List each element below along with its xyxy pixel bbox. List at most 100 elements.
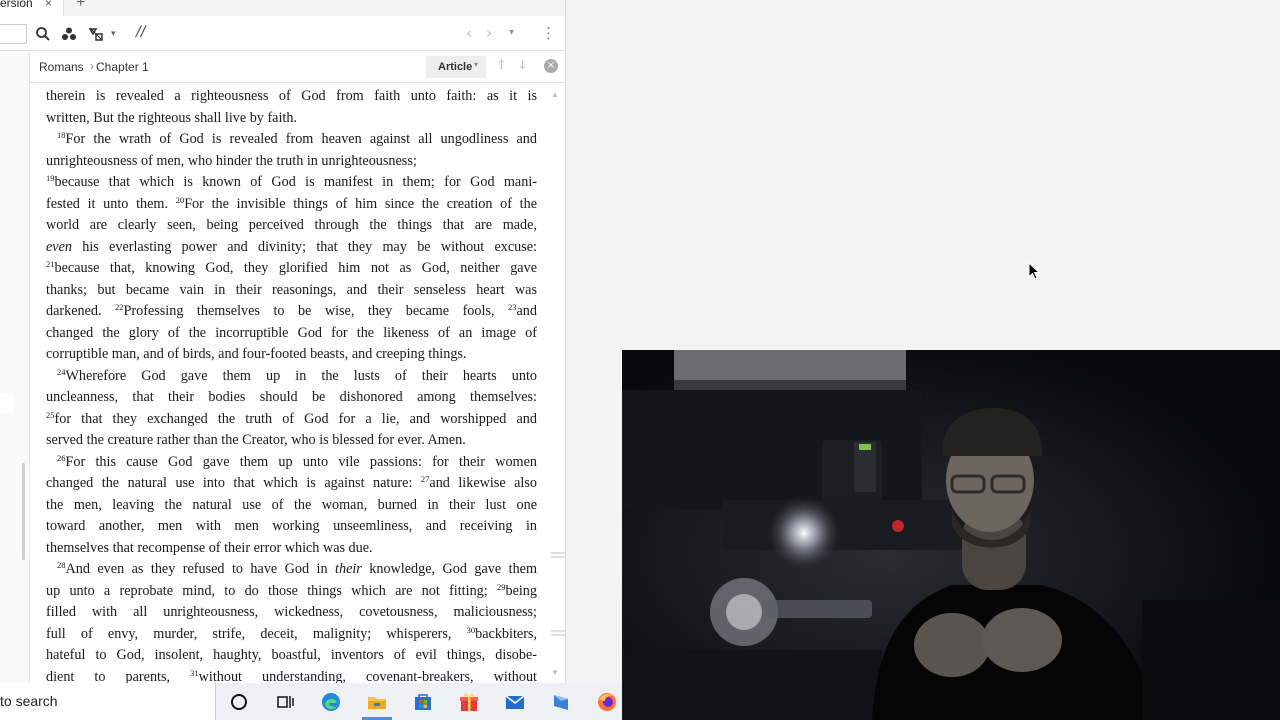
verse-line: the men, leaving the natural use of the … bbox=[46, 495, 537, 517]
gift-icon[interactable] bbox=[458, 691, 480, 713]
cortana-circle-icon[interactable] bbox=[228, 691, 250, 713]
verse-line: darkened. 22Professing themselves to be … bbox=[46, 301, 537, 323]
webcam-video-overlay bbox=[622, 350, 1280, 720]
verse-number[interactable]: 21 bbox=[46, 259, 55, 269]
bible-app-window: ersion × + ▾ // ‹ › ▾ ⋮ Romans › Chapter… bbox=[0, 0, 566, 683]
verse-line: full of envy, murder, strife, deceit, ma… bbox=[46, 624, 537, 646]
visual-filter-icon[interactable] bbox=[88, 26, 104, 42]
reference-input[interactable] bbox=[0, 24, 27, 44]
breadcrumb-book[interactable]: Romans bbox=[39, 60, 84, 74]
verse-line: 19because that which is known of God is … bbox=[46, 172, 537, 194]
verse-line: toward another, men with men working uns… bbox=[46, 516, 537, 538]
history-dropdown-icon[interactable]: ▾ bbox=[509, 27, 514, 38]
search-icon[interactable] bbox=[35, 26, 51, 42]
app-icon[interactable] bbox=[550, 691, 572, 713]
verse-number[interactable]: 19 bbox=[46, 173, 55, 183]
verse-number[interactable]: 23 bbox=[508, 302, 517, 312]
view-mode-label: Article bbox=[438, 61, 473, 73]
mail-icon[interactable] bbox=[504, 691, 526, 713]
verse-text: Wherefore God gave them up in the lusts … bbox=[65, 367, 538, 384]
verse-number[interactable]: 31 bbox=[190, 668, 199, 678]
verse-line: corruptible man, and of birds, and four-… bbox=[46, 344, 537, 366]
verse-text: uncleanness, that their bodies should be… bbox=[46, 389, 537, 405]
verse-text: up unto a reprobate mind, to do those th… bbox=[46, 582, 497, 599]
verse-number[interactable]: 20 bbox=[176, 195, 185, 205]
verse-text: darkened. bbox=[46, 303, 116, 319]
verse-line: 24Wherefore God gave them up in the lust… bbox=[46, 366, 537, 388]
webcam-image bbox=[622, 350, 1280, 720]
verse-number[interactable]: 26 bbox=[57, 453, 66, 463]
view-mode-dropdown[interactable]: Article ▾ bbox=[426, 56, 486, 78]
task-view-icon[interactable] bbox=[274, 691, 296, 713]
verse-number[interactable]: 22 bbox=[115, 302, 124, 312]
taskbar-search-placeholder: to search bbox=[0, 693, 58, 709]
more-menu-icon[interactable]: ⋮ bbox=[541, 24, 556, 42]
bible-text-reader[interactable]: therein is revealed a righteousness of G… bbox=[46, 86, 538, 683]
forward-arrow-icon[interactable]: › bbox=[486, 24, 492, 42]
back-arrow-icon[interactable]: ‹ bbox=[466, 24, 472, 42]
scroll-marker bbox=[551, 556, 565, 558]
verse-line: uncleanness, that their bodies should be… bbox=[46, 387, 537, 409]
reader-scrollbar[interactable]: ▲ ▼ bbox=[551, 90, 565, 680]
verse-text: themselves that recompense of their erro… bbox=[46, 539, 373, 556]
verse-line: world are clearly seen, being perceived … bbox=[46, 215, 537, 237]
resources-icon[interactable] bbox=[61, 26, 77, 42]
verse-text: and bbox=[516, 303, 538, 319]
parallel-resources-button[interactable]: // bbox=[136, 24, 145, 40]
breadcrumb-chapter[interactable]: Chapter 1 bbox=[96, 60, 149, 74]
gutter-marker bbox=[0, 393, 14, 413]
verse-line: 28And even as they refused to have God i… bbox=[46, 559, 537, 581]
edge-icon[interactable] bbox=[320, 691, 342, 713]
verse-text: And even as they refused to have God in bbox=[65, 561, 336, 577]
left-gutter bbox=[0, 51, 30, 683]
verse-text: because that, knowing God, they glorifie… bbox=[54, 260, 538, 276]
store-icon[interactable] bbox=[412, 691, 434, 713]
file-explorer-icon[interactable] bbox=[366, 691, 388, 713]
italic-word: their bbox=[335, 561, 362, 577]
verse-text: because that which is known of God is ma… bbox=[54, 174, 538, 190]
firefox-icon[interactable] bbox=[596, 691, 618, 713]
close-pane-icon[interactable]: × bbox=[544, 59, 558, 73]
previous-arrow-icon[interactable]: ↑ bbox=[496, 58, 507, 73]
verse-text: thanks; but became vain in their reasoni… bbox=[46, 281, 537, 298]
scroll-up-icon[interactable]: ▲ bbox=[551, 90, 559, 99]
verse-line: hateful to God, insolent, haughty, boast… bbox=[46, 645, 537, 667]
new-tab-button[interactable]: + bbox=[76, 0, 85, 12]
verse-line: thanks; but became vain in their reasoni… bbox=[46, 280, 537, 302]
italic-word: even bbox=[46, 238, 72, 255]
tab-close-icon[interactable]: × bbox=[45, 0, 52, 10]
verse-text: filled with all unrighteousness, wickedn… bbox=[46, 604, 537, 620]
filter-dropdown-icon[interactable]: ▾ bbox=[111, 28, 127, 44]
verse-text: toward another, men with men working uns… bbox=[46, 518, 537, 534]
gutter-scrollbar[interactable] bbox=[22, 463, 25, 560]
breadcrumb-separator: › bbox=[90, 59, 94, 73]
next-arrow-icon[interactable]: ↓ bbox=[517, 58, 528, 73]
verse-line: dient to parents, 31without understandin… bbox=[46, 667, 537, 684]
verse-line: 18For the wrath of God is revealed from … bbox=[46, 129, 537, 151]
verse-number[interactable]: 28 bbox=[57, 560, 66, 570]
breadcrumb: Romans › Chapter 1 Article ▾ ↑ ↓ × bbox=[30, 51, 565, 83]
verse-line: filled with all unrighteousness, wickedn… bbox=[46, 602, 537, 624]
verse-number[interactable]: 18 bbox=[57, 130, 66, 140]
toolbar: ▾ // ‹ › ▾ ⋮ bbox=[0, 16, 565, 51]
verse-number[interactable]: 24 bbox=[57, 367, 66, 377]
tab-version[interactable]: ersion × bbox=[0, 0, 64, 16]
verse-number[interactable]: 30 bbox=[467, 625, 476, 635]
verse-line: 25for that they exchanged the truth of G… bbox=[46, 409, 537, 431]
verse-line: themselves that recompense of their erro… bbox=[46, 538, 537, 560]
verse-number[interactable]: 25 bbox=[46, 410, 55, 420]
verse-text: dient to parents, bbox=[46, 668, 191, 684]
scroll-down-icon[interactable]: ▼ bbox=[551, 668, 559, 677]
verse-line: even his everlasting power and divinity;… bbox=[46, 237, 537, 259]
tab-strip: ersion × + bbox=[0, 0, 565, 16]
verse-text: For this cause God gave them up unto vil… bbox=[65, 453, 538, 470]
chevron-down-icon: ▾ bbox=[474, 60, 479, 69]
verse-text: backbiters, bbox=[475, 625, 537, 642]
verse-text: for that they exchanged the truth of God… bbox=[54, 410, 538, 427]
verse-line: changed the natural use into that which … bbox=[46, 473, 537, 495]
verse-text: and likewise also bbox=[429, 475, 537, 491]
taskbar-search-box[interactable]: to search bbox=[0, 683, 216, 720]
scroll-marker bbox=[551, 634, 565, 636]
verse-text: changed the glory of the incorruptible G… bbox=[46, 324, 537, 341]
verse-text: corruptible man, and of birds, and four-… bbox=[46, 346, 467, 362]
